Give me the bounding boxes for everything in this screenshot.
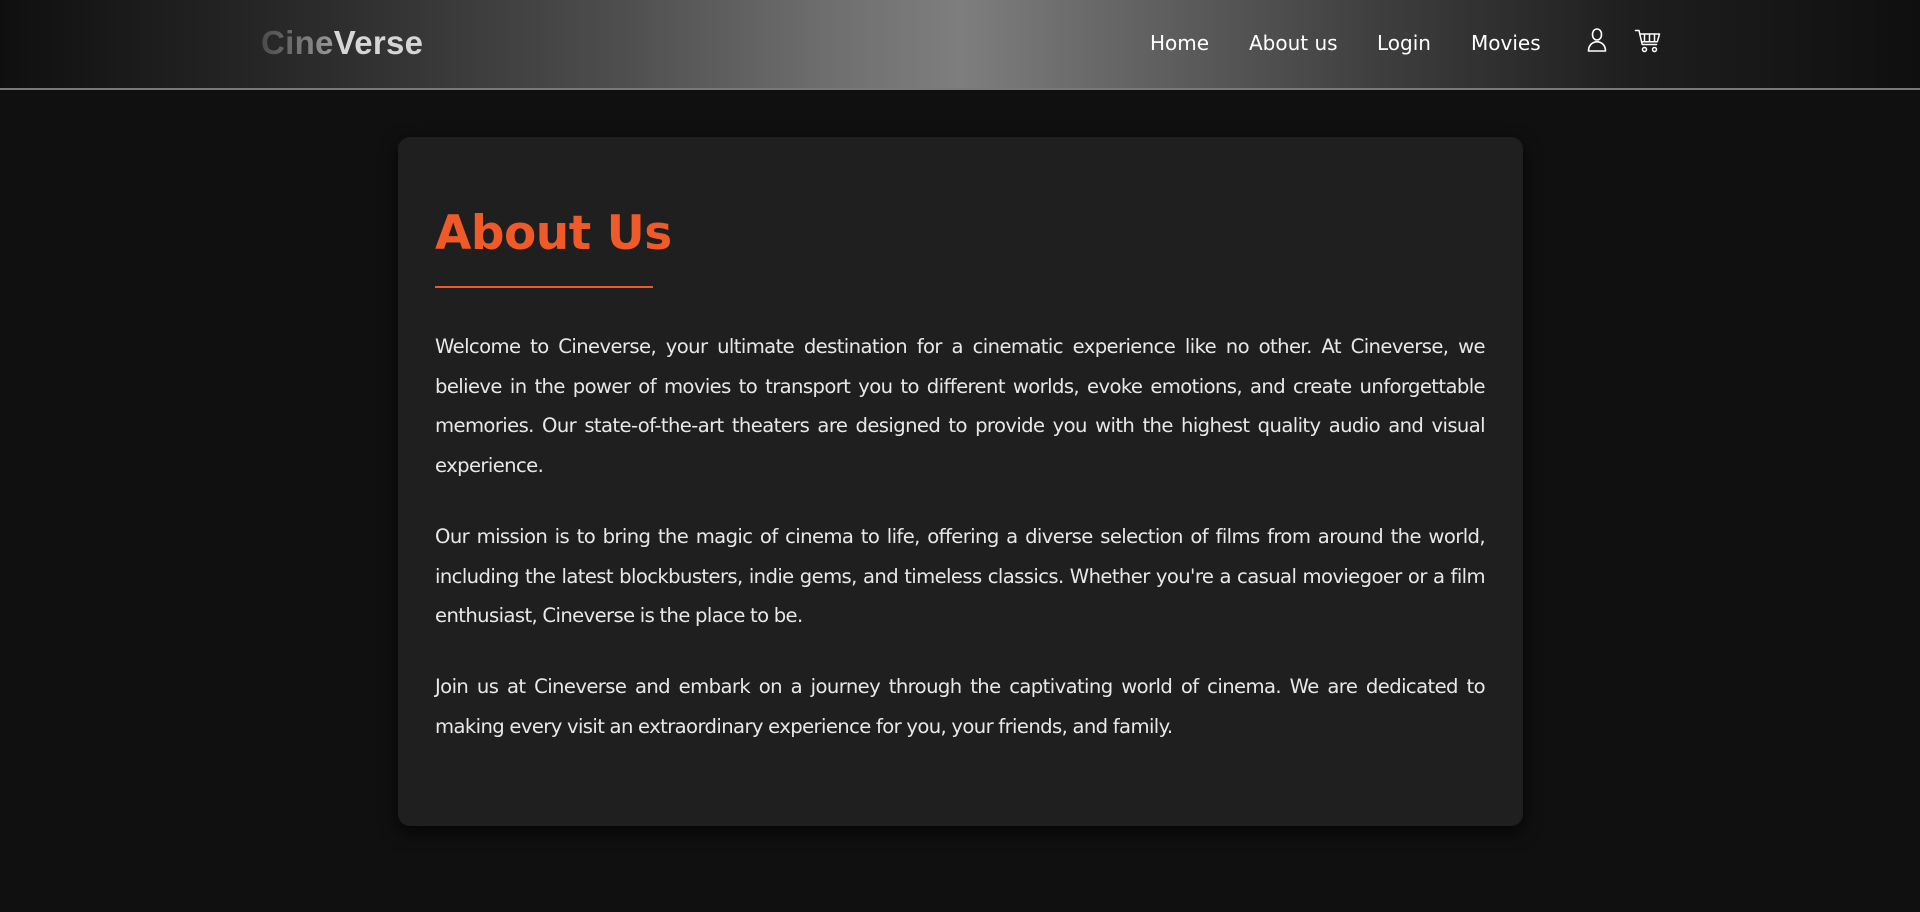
site-logo[interactable]: CineVerse [261, 23, 423, 63]
top-navbar: CineVerse Home About us Login Movies [0, 0, 1920, 90]
cart-icon[interactable] [1634, 28, 1662, 58]
about-paragraph-welcome: Welcome to Cineverse, your ultimate dest… [435, 335, 1486, 478]
about-paragraph-mission: Our mission is to bring the magic of cin… [435, 525, 1486, 628]
nav-link-movies[interactable]: Movies [1471, 30, 1541, 56]
logo-verse: Verse [333, 24, 424, 61]
page-title: About Us [435, 206, 672, 261]
logo-cine: Cine [261, 24, 334, 61]
title-underline [435, 286, 653, 288]
nav-link-login[interactable]: Login [1377, 30, 1431, 56]
nav-link-home[interactable]: Home [1150, 30, 1209, 56]
about-card: About Us Welcome to Cineverse, your ulti… [398, 137, 1523, 826]
nav-link-about-us[interactable]: About us [1249, 30, 1338, 56]
user-icon[interactable] [1586, 27, 1608, 57]
about-paragraph-join: Join us at Cineverse and embark on a jou… [435, 675, 1486, 738]
